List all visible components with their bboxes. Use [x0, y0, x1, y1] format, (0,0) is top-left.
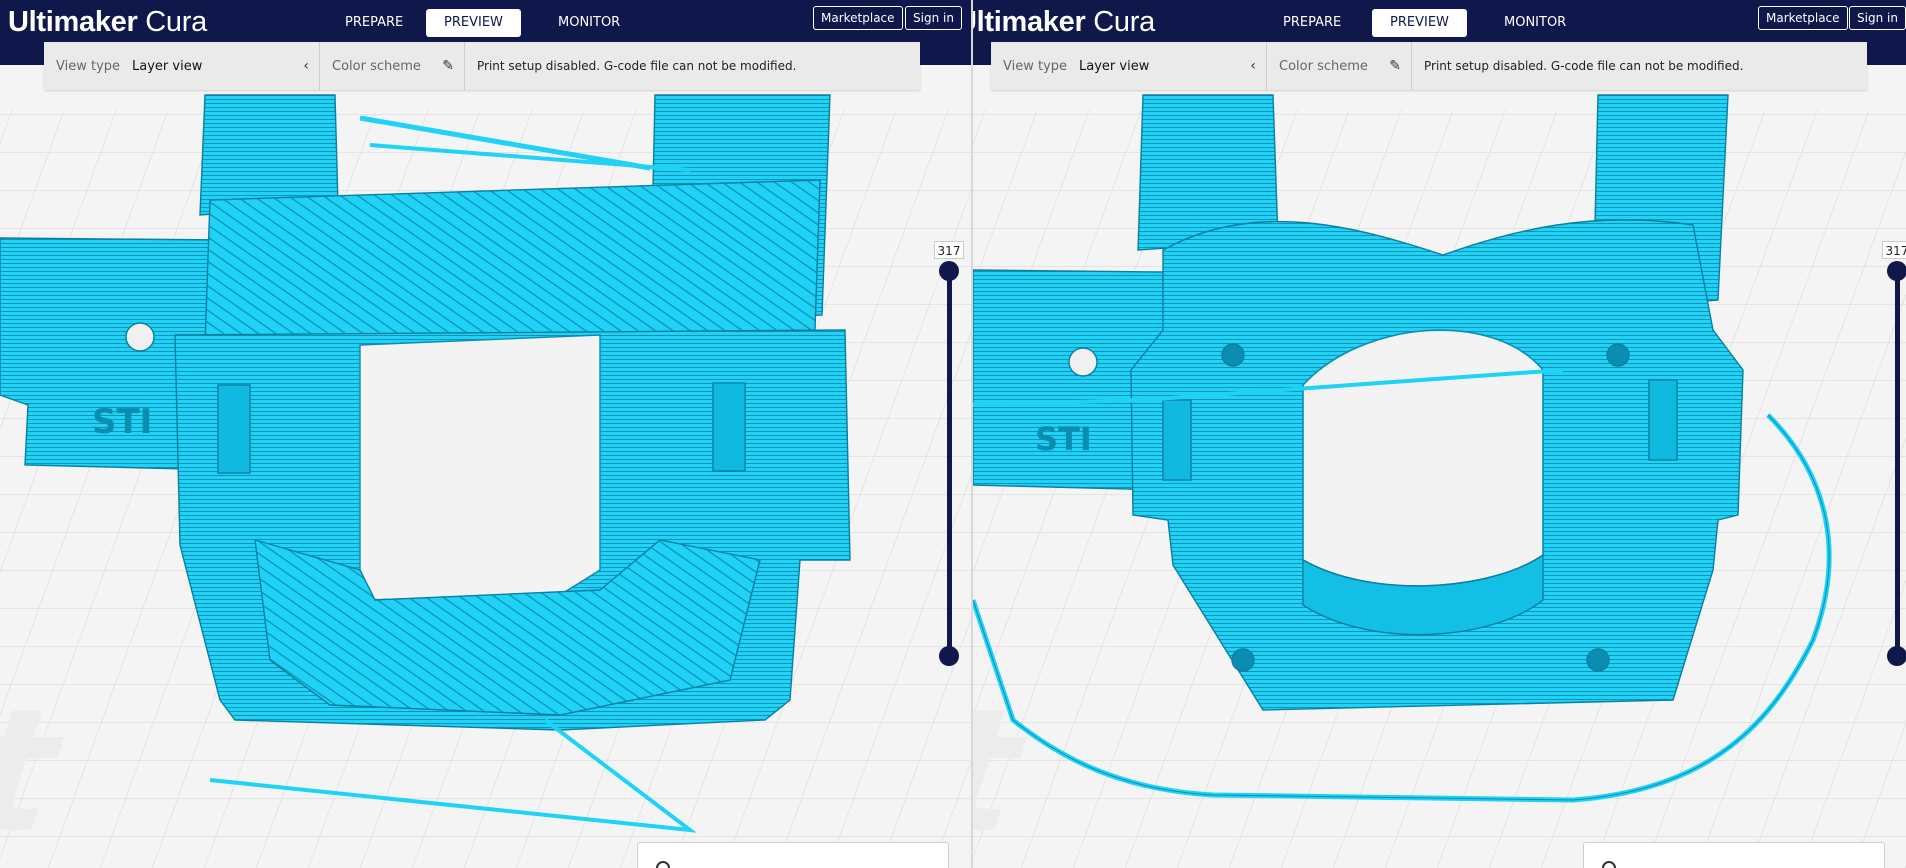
view-type-value: Layer view: [1079, 58, 1150, 74]
tab-preview[interactable]: PREVIEW: [426, 9, 521, 37]
pencil-icon[interactable]: ✎: [1389, 58, 1401, 74]
layer-slider-bottom-handle[interactable]: [1887, 646, 1906, 666]
layer-slider-track[interactable]: [1895, 271, 1900, 656]
print-setup-message: Print setup disabled. G-code file can no…: [477, 59, 797, 73]
print-setup-message: Print setup disabled. G-code file can no…: [1424, 59, 1744, 73]
sign-in-button[interactable]: Sign in: [905, 6, 962, 30]
info-icon[interactable]: [656, 861, 670, 868]
right-cura-window: Ultimaker Cura PREPARE PREVIEW MONITOR M…: [971, 0, 1906, 868]
marketplace-button[interactable]: Marketplace: [1758, 6, 1848, 30]
layer-view-viewport-right[interactable]: Ult STI: [973, 65, 1906, 868]
left-cura-window: Ultimaker Cura PREPARE PREVIEW MONITOR M…: [0, 0, 971, 868]
app-logo: Ultimaker Cura: [973, 6, 1155, 38]
view-type-value: Layer view: [132, 58, 203, 74]
view-type-label: View type: [56, 58, 121, 74]
layer-number-box[interactable]: 317: [934, 241, 964, 259]
tab-monitor[interactable]: MONITOR: [1486, 9, 1584, 37]
object-info-panel[interactable]: [637, 842, 949, 868]
color-scheme-selector[interactable]: Color scheme ✎: [320, 42, 465, 90]
layer-slider-track[interactable]: [947, 271, 952, 656]
view-type-label: View type: [1003, 58, 1068, 74]
view-type-selector[interactable]: View type Layer view ‹: [44, 42, 320, 90]
object-info-panel[interactable]: [1583, 842, 1885, 868]
sign-in-button[interactable]: Sign in: [1849, 6, 1906, 30]
chevron-left-icon[interactable]: ‹: [303, 58, 309, 74]
layer-view-viewport-left[interactable]: Ult STI: [0, 65, 971, 868]
color-scheme-selector[interactable]: Color scheme ✎: [1267, 42, 1412, 90]
layer-slider-bottom-handle[interactable]: [939, 646, 959, 666]
view-options-bar: View type Layer view ‹ Color scheme ✎ Pr…: [44, 42, 920, 90]
layer-slider-top-handle[interactable]: [939, 261, 959, 281]
tab-prepare[interactable]: PREPARE: [327, 9, 421, 37]
color-scheme-label: Color scheme: [332, 58, 421, 74]
svg-text:STI: STI: [92, 402, 152, 442]
layer-number-box[interactable]: 317: [1882, 241, 1906, 259]
tab-prepare[interactable]: PREPARE: [1265, 9, 1359, 37]
view-type-selector[interactable]: View type Layer view ‹: [991, 42, 1267, 90]
svg-text:STI: STI: [1035, 420, 1092, 458]
app-logo: Ultimaker Cura: [8, 6, 207, 38]
tab-monitor[interactable]: MONITOR: [540, 9, 638, 37]
tab-preview[interactable]: PREVIEW: [1372, 9, 1467, 37]
view-options-bar: View type Layer view ‹ Color scheme ✎ Pr…: [991, 42, 1867, 90]
marketplace-button[interactable]: Marketplace: [813, 6, 903, 30]
pencil-icon[interactable]: ✎: [442, 58, 454, 74]
info-icon[interactable]: [1602, 861, 1616, 868]
layer-slider-top-handle[interactable]: [1887, 261, 1906, 281]
color-scheme-label: Color scheme: [1279, 58, 1368, 74]
chevron-left-icon[interactable]: ‹: [1250, 58, 1256, 74]
